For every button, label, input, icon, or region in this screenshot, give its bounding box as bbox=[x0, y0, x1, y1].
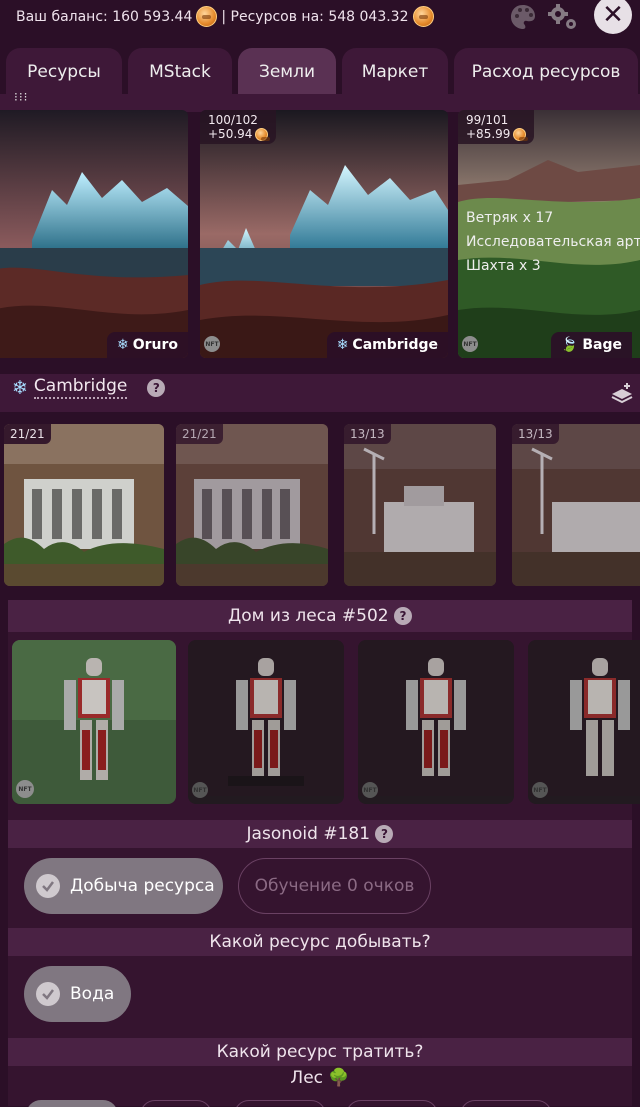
robot-card[interactable]: NFT bbox=[188, 640, 344, 804]
nft-icon: NFT bbox=[362, 782, 378, 798]
help-icon[interactable]: ? bbox=[147, 378, 166, 397]
tab-resource-consumption[interactable]: Расход ресурсов bbox=[454, 48, 638, 96]
building-card[interactable]: 21/21 bbox=[4, 424, 164, 586]
land-progress-badge: 100/102 +50.94 bbox=[200, 110, 277, 144]
robot-image bbox=[188, 640, 344, 796]
robot-card[interactable]: NFT bbox=[528, 640, 640, 804]
house-title: Дом из леса #502 ? bbox=[0, 606, 640, 626]
building-count-badge: 13/13 bbox=[344, 424, 391, 444]
tab-market[interactable]: Маркет bbox=[342, 48, 448, 96]
building-count-badge: 21/21 bbox=[4, 424, 51, 444]
balance-label: Ваш баланс: 160 593.44 bbox=[16, 8, 193, 25]
drag-handle-icon[interactable]: ⁝⁝⁝ bbox=[14, 91, 28, 103]
selected-land-title: ❄ Cambridge ? bbox=[12, 376, 166, 399]
balance-line: Ваш баланс: 160 593.44 | Ресурсов на: 54… bbox=[16, 6, 438, 27]
help-icon[interactable]: ? bbox=[375, 825, 394, 843]
building-card[interactable]: 13/13 bbox=[512, 424, 640, 586]
land-card-cambridge[interactable]: 100/102 +50.94 NFT ❄ Cambridge bbox=[200, 110, 448, 358]
land-card-bage[interactable]: 99/101 +85.99 Ветряк x 17 Исследовательс… bbox=[458, 110, 640, 358]
coin-icon bbox=[196, 6, 218, 27]
building-image bbox=[4, 424, 164, 586]
coin-icon bbox=[513, 127, 529, 141]
check-icon bbox=[36, 982, 60, 1006]
building-image bbox=[176, 424, 328, 586]
building-card[interactable]: 13/13 bbox=[344, 424, 496, 586]
land-carousel[interactable]: ❄ Oruro 100/102 +50.94 NFT ❄ Cambridge 9… bbox=[0, 110, 640, 360]
robot-image bbox=[528, 640, 640, 796]
spend-option-button[interactable] bbox=[346, 1100, 438, 1107]
top-bar: Ваш баланс: 160 593.44 | Ресурсов на: 54… bbox=[0, 0, 640, 36]
training-action-button[interactable]: Обучение 0 очков bbox=[238, 858, 431, 914]
coin-icon bbox=[412, 6, 434, 27]
robot-image bbox=[358, 640, 514, 796]
land-image bbox=[0, 110, 188, 358]
spend-option-button[interactable] bbox=[234, 1100, 326, 1107]
robot-card[interactable]: NFT bbox=[12, 640, 176, 804]
mining-action-button[interactable]: Добыча ресурса bbox=[24, 858, 223, 914]
land-card-oruro[interactable]: ❄ Oruro bbox=[0, 110, 188, 358]
palette-icon[interactable] bbox=[508, 2, 538, 36]
building-image bbox=[512, 424, 640, 586]
resources-label: | Ресурсов на: 548 043.32 bbox=[221, 8, 409, 25]
building-image bbox=[344, 424, 496, 586]
building-card[interactable]: 21/21 bbox=[176, 424, 328, 586]
layers-add-icon[interactable] bbox=[610, 382, 634, 408]
settings-icon[interactable] bbox=[546, 2, 580, 36]
spend-resource-name: Лес 🌳 bbox=[290, 1068, 350, 1088]
land-progress-badge: 99/101 +85.99 bbox=[458, 110, 535, 144]
nft-icon: NFT bbox=[532, 782, 548, 798]
main-tabs: Ресурсы MStack Земли Маркет Расход ресур… bbox=[6, 48, 638, 96]
snowflake-icon: ❄ bbox=[336, 337, 349, 353]
leaf-icon: 🍃 bbox=[560, 337, 579, 353]
robot-card[interactable]: NFT bbox=[358, 640, 514, 804]
nft-icon: NFT bbox=[204, 336, 220, 352]
tab-lands[interactable]: Земли bbox=[238, 48, 336, 96]
building-count-badge: 13/13 bbox=[512, 424, 559, 444]
close-button[interactable]: ✕ bbox=[594, 0, 632, 34]
land-name-label: 🍃 Bage bbox=[550, 332, 632, 358]
spend-resource-title: Какой ресурс тратить? bbox=[216, 1042, 424, 1062]
coin-icon bbox=[255, 127, 271, 141]
land-image bbox=[200, 110, 448, 358]
snowflake-icon: ❄ bbox=[12, 376, 28, 399]
spend-option-button[interactable] bbox=[26, 1100, 118, 1107]
nft-icon: NFT bbox=[16, 780, 34, 798]
resource-option-water[interactable]: Вода bbox=[24, 966, 131, 1022]
jasonoid-title: Jasonoid #181 ? bbox=[0, 824, 640, 844]
tab-resources[interactable]: Ресурсы bbox=[6, 48, 122, 96]
selected-land-name[interactable]: Cambridge bbox=[33, 376, 128, 399]
land-buildings-list: Ветряк x 17 Исследовательская артель Шах… bbox=[466, 210, 640, 274]
mine-resource-title: Какой ресурс добывать? bbox=[209, 932, 431, 952]
land-name-label: ❄ Oruro bbox=[106, 332, 188, 358]
spend-option-button[interactable] bbox=[140, 1100, 212, 1107]
snowflake-icon: ❄ bbox=[116, 337, 129, 353]
land-name-label: ❄ Cambridge bbox=[326, 332, 448, 358]
check-icon bbox=[36, 874, 60, 898]
help-icon[interactable]: ? bbox=[394, 607, 412, 625]
spend-option-button[interactable] bbox=[460, 1100, 552, 1107]
nft-icon: NFT bbox=[192, 782, 208, 798]
tab-mstack[interactable]: MStack bbox=[128, 48, 232, 96]
nft-icon: NFT bbox=[462, 336, 478, 352]
robot-image bbox=[12, 640, 176, 804]
building-count-badge: 21/21 bbox=[176, 424, 223, 444]
